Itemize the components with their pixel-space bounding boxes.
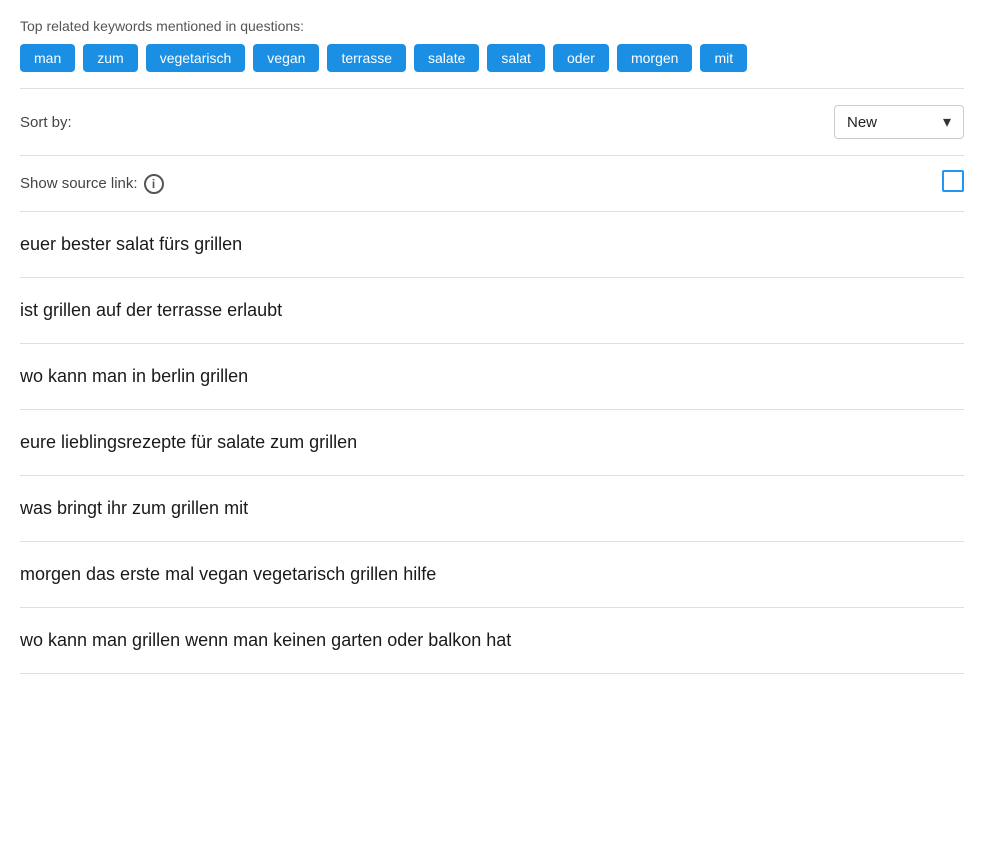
keyword-tag[interactable]: oder	[553, 44, 609, 72]
keyword-tag[interactable]: zum	[83, 44, 137, 72]
question-item[interactable]: was bringt ihr zum grillen mit	[20, 476, 964, 542]
keyword-tag[interactable]: salate	[414, 44, 479, 72]
question-item[interactable]: morgen das erste mal vegan vegetarisch g…	[20, 542, 964, 608]
info-icon[interactable]: i	[144, 174, 164, 194]
question-item[interactable]: wo kann man grillen wenn man keinen gart…	[20, 608, 964, 674]
source-link-label: Show source link: i	[20, 174, 164, 194]
checkbox-container	[942, 170, 964, 197]
source-link-checkbox[interactable]	[942, 170, 964, 192]
question-item[interactable]: ist grillen auf der terrasse erlaubt	[20, 278, 964, 344]
keyword-tag[interactable]: vegan	[253, 44, 319, 72]
keywords-title: Top related keywords mentioned in questi…	[20, 18, 964, 34]
keyword-tag[interactable]: terrasse	[327, 44, 406, 72]
keyword-tag[interactable]: morgen	[617, 44, 692, 72]
sort-dropdown[interactable]: New ▾	[834, 105, 964, 139]
source-link-section: Show source link: i	[20, 156, 964, 212]
keyword-tag[interactable]: salat	[487, 44, 545, 72]
question-item[interactable]: wo kann man in berlin grillen	[20, 344, 964, 410]
main-container: Top related keywords mentioned in questi…	[0, 0, 984, 694]
sort-section: Sort by: New ▾	[20, 89, 964, 156]
keywords-list: manzum vegetarischvegan terrasse salate sala…	[20, 44, 964, 72]
chevron-down-icon: ▾	[943, 112, 951, 132]
sort-label: Sort by:	[20, 114, 72, 131]
keywords-section: Top related keywords mentioned in questi…	[20, 18, 964, 89]
keyword-tag[interactable]: mit	[700, 44, 747, 72]
keyword-tag[interactable]: man	[20, 44, 75, 72]
keyword-tag[interactable]: vegetarisch	[146, 44, 246, 72]
sort-selected-value: New	[847, 114, 933, 131]
question-item[interactable]: eure lieblingsrezepte für salate zum gri…	[20, 410, 964, 476]
questions-list: euer bester salat fürs grillenist grille…	[20, 212, 964, 674]
question-item[interactable]: euer bester salat fürs grillen	[20, 212, 964, 278]
source-link-text: Show source link:	[20, 175, 138, 192]
